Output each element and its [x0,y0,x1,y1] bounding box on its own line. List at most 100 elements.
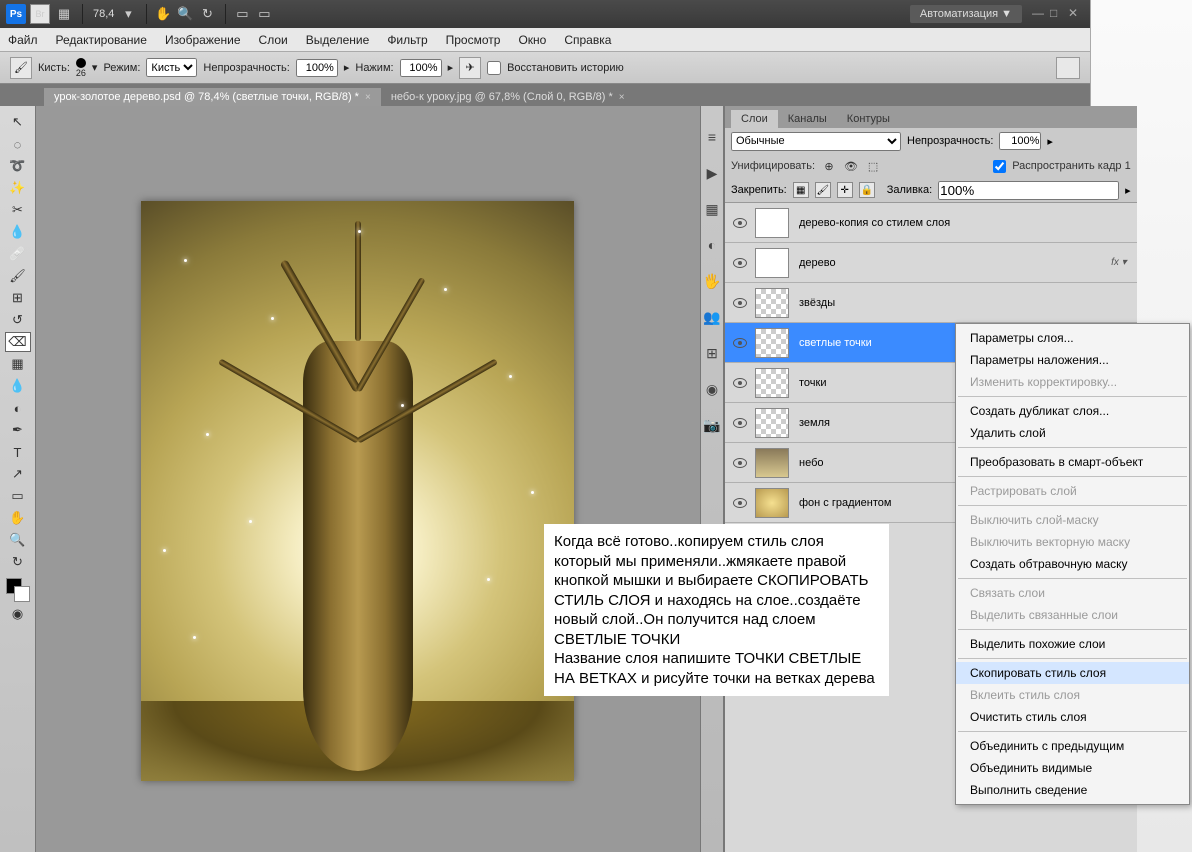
blur-tool-icon[interactable]: 💧 [5,376,31,396]
crop-tool-icon[interactable]: ✂ [5,200,31,220]
tab-channels[interactable]: Каналы [778,110,837,128]
layer-row[interactable]: дерево fx ▾ [725,243,1137,283]
lock-all-icon[interactable]: 🔒 [859,182,875,198]
hand-tool-icon[interactable]: ✋ [5,508,31,528]
menu-select[interactable]: Выделение [306,33,370,47]
ctx-duplicate-layer[interactable]: Создать дубликат слоя... [956,400,1189,422]
ctx-select-similar[interactable]: Выделить похожие слои [956,633,1189,655]
pen-tool-icon[interactable]: ✒ [5,420,31,440]
palette-icon[interactable] [1056,57,1080,79]
visibility-icon[interactable] [733,498,747,508]
bridge-icon[interactable]: Br [30,4,50,24]
screen-mode-icon[interactable]: ▭ [254,4,274,24]
unify-visibility-icon[interactable]: 👁 [843,158,859,174]
layer-thumb[interactable] [755,328,789,358]
propagate-checkbox[interactable] [993,160,1006,173]
current-tool-icon[interactable]: 🖌 [10,57,32,79]
ctx-merge-visible[interactable]: Объединить видимые [956,757,1189,779]
brush-preview-icon[interactable] [76,58,86,68]
ctx-copy-layer-style[interactable]: Скопировать стиль слоя [956,662,1189,684]
paragraph-panel-icon[interactable]: 👥 [701,306,723,328]
healing-tool-icon[interactable]: 🩹 [5,244,31,264]
eraser-tool-icon[interactable]: ⌫ [5,332,31,352]
visibility-icon[interactable] [733,258,747,268]
visibility-icon[interactable] [733,458,747,468]
camera-panel-icon[interactable]: 📷 [701,414,723,436]
layer-thumb[interactable] [755,488,789,518]
ctx-layer-options[interactable]: Параметры слоя... [956,327,1189,349]
zoom-dropdown-icon[interactable]: ▾ [118,4,138,24]
layer-thumb[interactable] [755,288,789,318]
menu-help[interactable]: Справка [564,33,611,47]
tab-paths[interactable]: Контуры [837,110,900,128]
ctx-flatten[interactable]: Выполнить сведение [956,779,1189,801]
visibility-icon[interactable] [733,338,747,348]
background-swatch[interactable] [14,586,30,602]
layer-opacity-input[interactable] [999,132,1041,150]
layer-thumb[interactable] [755,448,789,478]
layer-thumb[interactable] [755,248,789,278]
ctx-merge-down[interactable]: Объединить с предыдущим [956,735,1189,757]
history-panel-icon[interactable]: ≡ [701,126,723,148]
flow-input[interactable] [400,59,442,77]
hand-tool-icon[interactable]: ✋ [153,4,173,24]
type-tool-icon[interactable]: T [5,442,31,462]
wand-tool-icon[interactable]: ✨ [5,178,31,198]
blend-mode-select[interactable]: Обычные [731,132,901,151]
zoom-tool-icon[interactable]: 🔍 [5,530,31,550]
document-tab-2[interactable]: небо-к уроку.jpg @ 67,8% (Слой 0, RGB/8)… [381,88,635,106]
close-tab-icon[interactable]: × [365,92,371,103]
ctx-create-clipping-mask[interactable]: Создать обтравочную маску [956,553,1189,575]
adjustments-panel-icon[interactable]: ◐ [701,234,723,256]
mode-select[interactable]: Кисть [146,58,197,77]
airbrush-icon[interactable]: ✈ [459,57,481,79]
zoom-tool-icon[interactable]: 🔍 [175,4,195,24]
navigator-panel-icon[interactable]: ◉ [701,378,723,400]
ctx-blending-options[interactable]: Параметры наложения... [956,349,1189,371]
menu-filter[interactable]: Фильтр [387,33,427,47]
lock-position-icon[interactable]: ✛ [837,182,853,198]
ctx-clear-layer-style[interactable]: Очистить стиль слоя [956,706,1189,728]
rotate-tool-icon[interactable]: ↻ [197,4,217,24]
layer-thumb[interactable] [755,408,789,438]
eyedropper-tool-icon[interactable]: 💧 [5,222,31,242]
close-tab-icon[interactable]: × [619,92,625,103]
lock-pixels-icon[interactable]: 🖌 [815,182,831,198]
layer-thumb[interactable] [755,368,789,398]
fx-badge[interactable]: fx ▾ [1111,257,1127,268]
menu-view[interactable]: Просмотр [446,33,501,47]
gradient-tool-icon[interactable]: ▦ [5,354,31,374]
unify-style-icon[interactable]: ⬚ [865,158,881,174]
history-brush-icon[interactable]: ↺ [5,310,31,330]
minimize-icon[interactable]: — [1032,6,1048,22]
menu-edit[interactable]: Редактирование [56,33,147,47]
visibility-icon[interactable] [733,218,747,228]
zoom-value[interactable]: 78,4 [93,8,114,20]
stamp-tool-icon[interactable]: ⊞ [5,288,31,308]
visibility-icon[interactable] [733,298,747,308]
dodge-tool-icon[interactable]: ◐ [5,398,31,418]
actions-panel-icon[interactable]: ▶ [701,162,723,184]
lock-transparency-icon[interactable]: ▦ [793,182,809,198]
canvas[interactable] [141,201,574,781]
marquee-tool-icon[interactable]: ◌ [5,134,31,154]
brush-tool-icon[interactable]: 🖌 [5,266,31,286]
unify-position-icon[interactable]: ⊕ [821,158,837,174]
move-tool-icon[interactable]: ↖ [5,112,31,132]
restore-checkbox[interactable] [487,61,501,75]
automation-dropdown[interactable]: Автоматизация ▼ [910,5,1022,23]
layer-thumb[interactable] [755,208,789,238]
arrange-icon[interactable]: ▭ [232,4,252,24]
lasso-tool-icon[interactable]: ➰ [5,156,31,176]
rotate-canvas-icon[interactable]: ↻ [5,552,31,572]
layer-row[interactable]: дерево-копия со стилем слоя [725,203,1137,243]
document-tab-1[interactable]: урок-золотое дерево.psd @ 78,4% (светлые… [44,88,381,106]
color-swatches[interactable] [6,578,30,602]
menu-layers[interactable]: Слои [259,33,288,47]
tab-layers[interactable]: Слои [731,110,778,128]
shape-tool-icon[interactable]: ▭ [5,486,31,506]
quickmask-icon[interactable]: ◉ [5,604,31,624]
visibility-icon[interactable] [733,378,747,388]
character-panel-icon[interactable]: 🖐 [701,270,723,292]
menu-file[interactable]: Файл [8,33,38,47]
